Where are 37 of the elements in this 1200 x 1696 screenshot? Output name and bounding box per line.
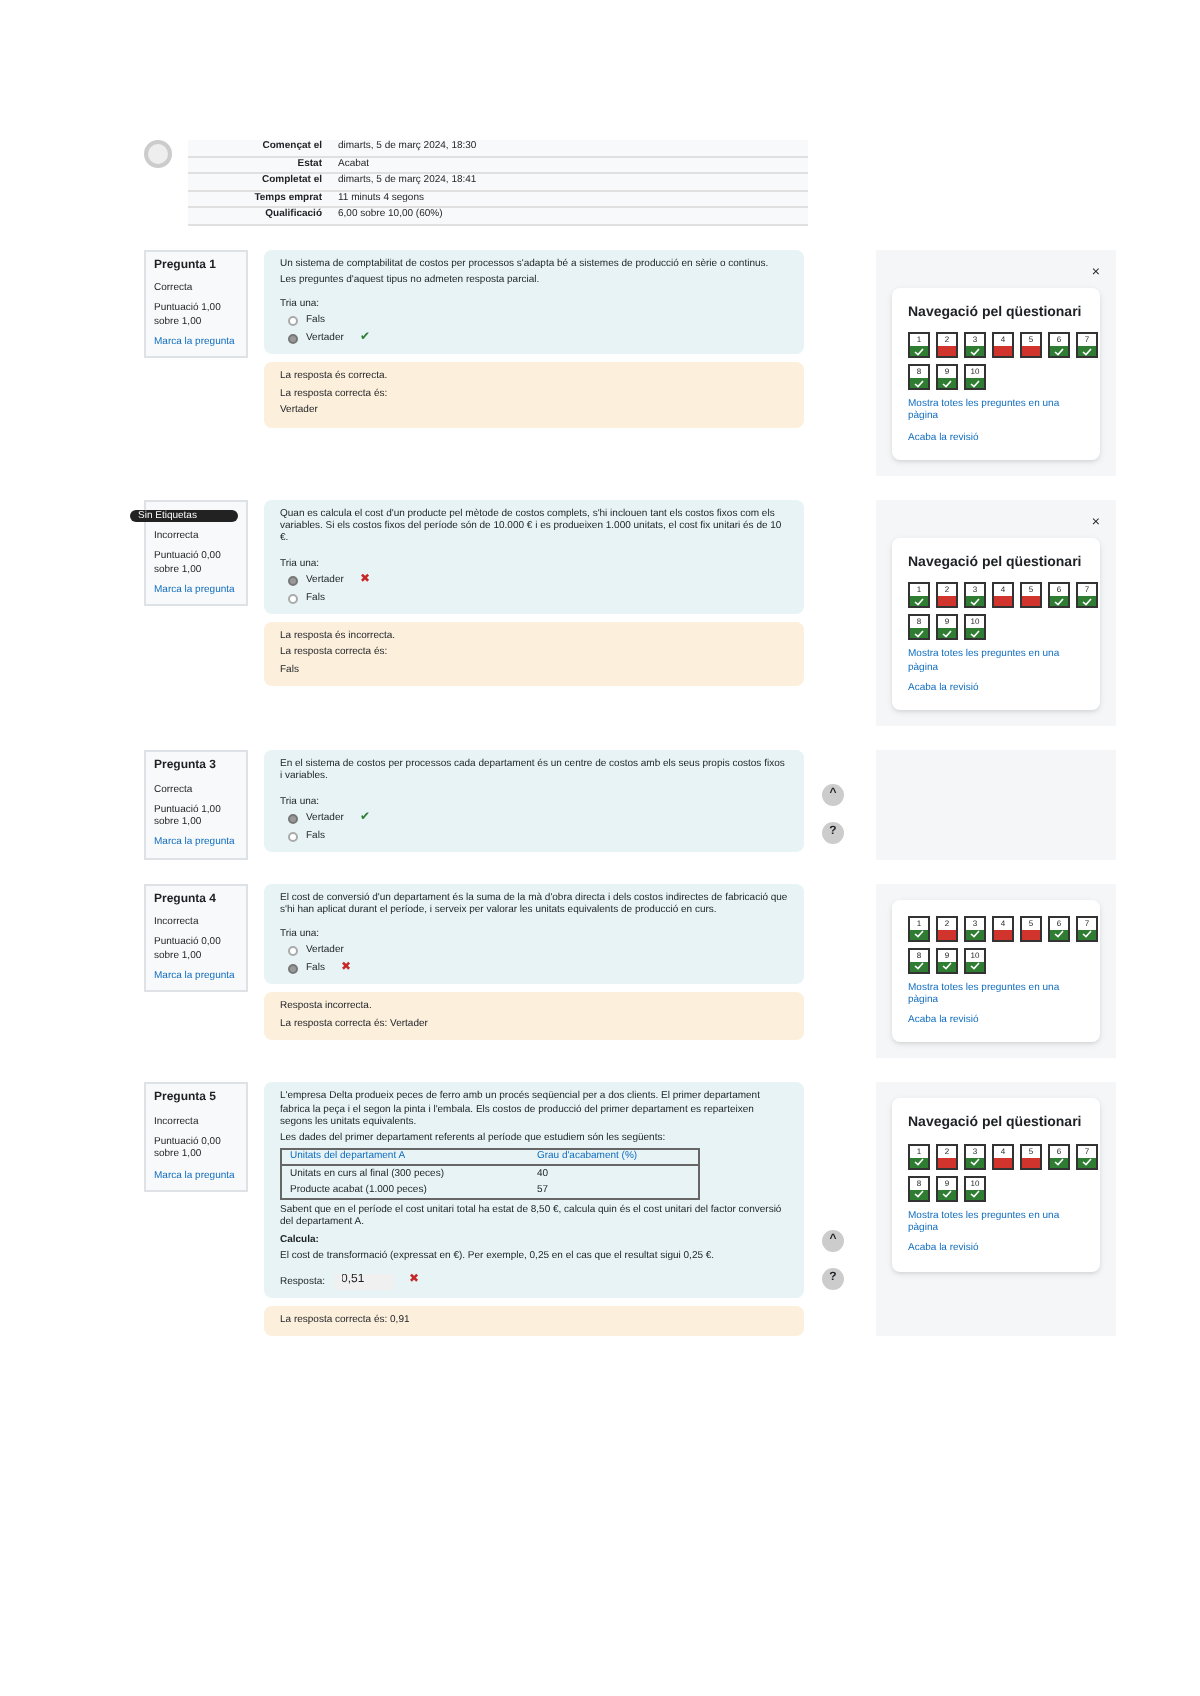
check-icon (914, 930, 924, 938)
check-icon (970, 629, 980, 638)
radio-button[interactable] (288, 333, 298, 344)
check-icon (970, 962, 980, 970)
check-icon (970, 347, 980, 355)
radio-button[interactable] (288, 945, 298, 956)
radio-button[interactable] (288, 831, 298, 842)
check-icon (1082, 1158, 1092, 1167)
radio-button[interactable] (288, 814, 298, 824)
radio-button[interactable] (288, 315, 298, 326)
check-icon (1082, 930, 1092, 938)
check-icon (1054, 347, 1064, 355)
check-icon (942, 379, 952, 387)
check-icon (970, 597, 980, 606)
check-icon (914, 629, 924, 638)
radio-button[interactable] (288, 593, 298, 604)
menu-icon[interactable] (144, 140, 172, 168)
check-icon (970, 379, 980, 387)
check-icon (914, 597, 924, 606)
check-icon (942, 962, 952, 970)
check-icon (1082, 597, 1092, 606)
check-icon (914, 1190, 924, 1199)
check-icon (970, 930, 980, 938)
check-icon (1082, 347, 1092, 355)
check-icon (970, 1190, 980, 1199)
check-icon (1054, 597, 1064, 606)
check-icon (1054, 930, 1064, 938)
check-icon (942, 1190, 952, 1199)
check-icon (970, 1158, 980, 1167)
check-icon (942, 629, 952, 638)
check-icon (914, 379, 924, 387)
radio-button[interactable] (288, 576, 298, 586)
check-icon (1054, 1158, 1064, 1167)
radio-button[interactable] (288, 963, 298, 974)
check-icon (914, 1158, 924, 1167)
check-icon (914, 347, 924, 355)
check-icon (914, 962, 924, 970)
